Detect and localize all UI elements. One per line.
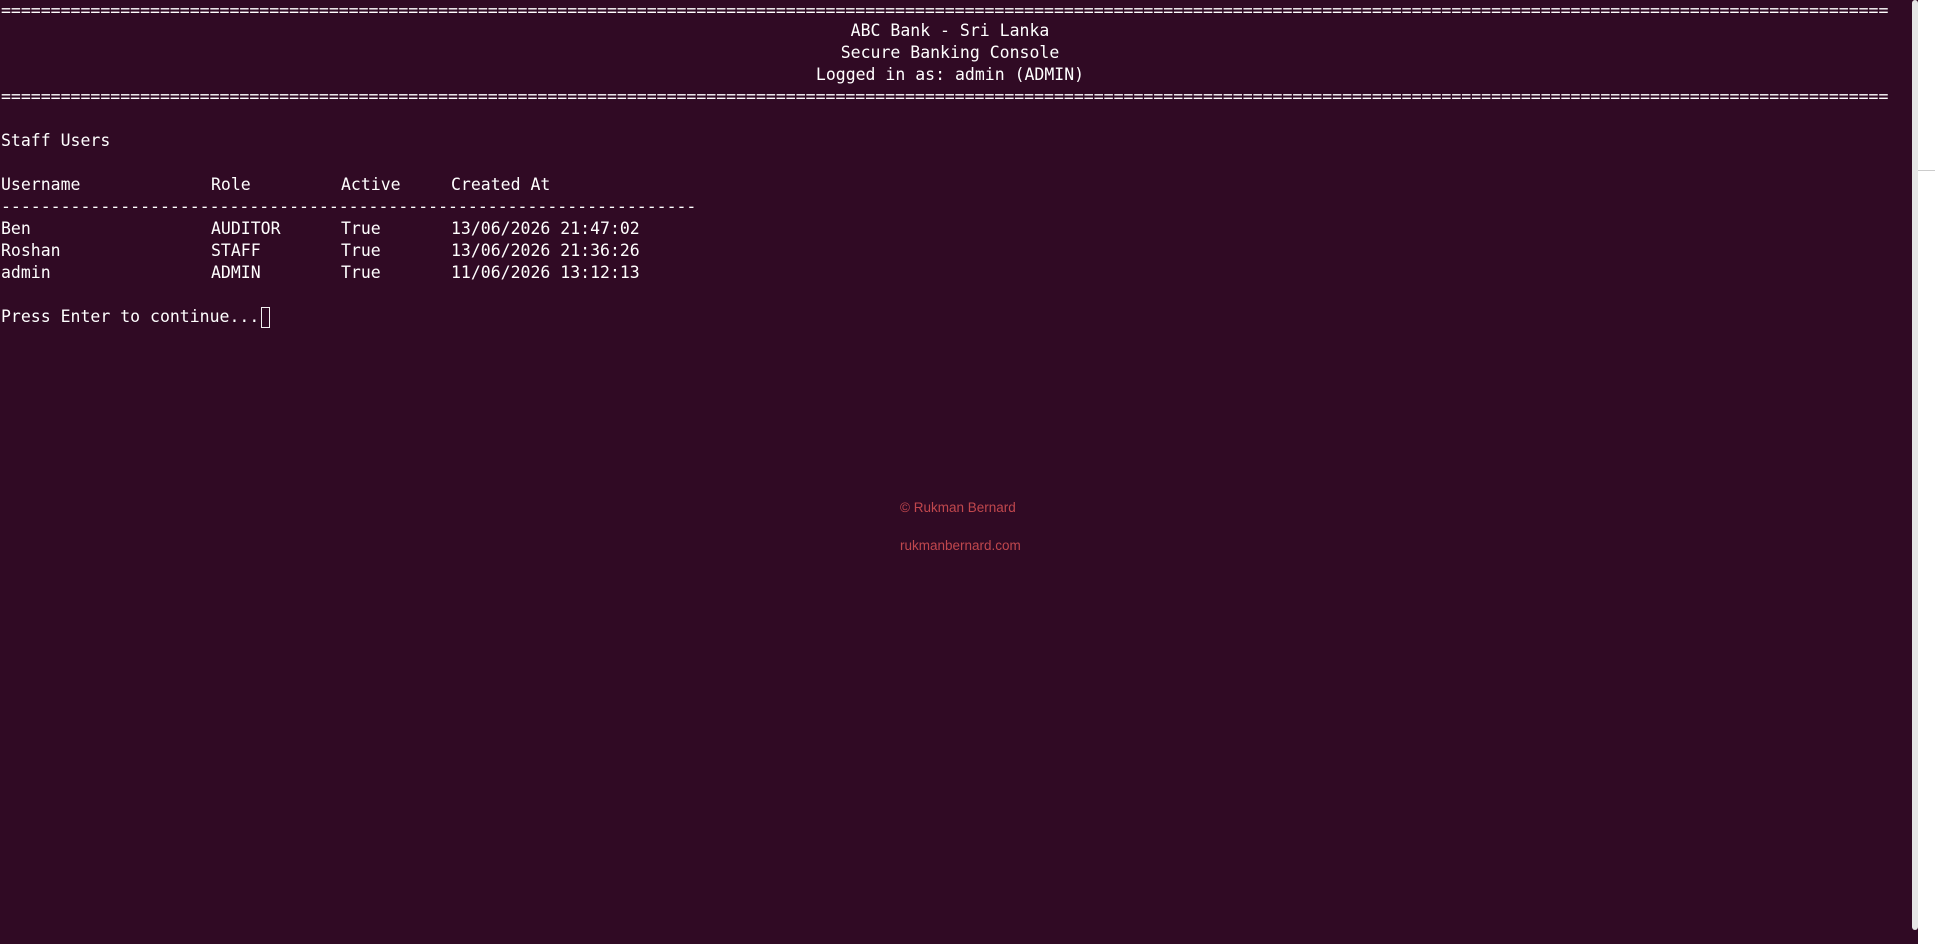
cell-active: True — [341, 241, 381, 260]
top-rule: ========================================… — [1, 1, 1889, 20]
cell-username: Ben — [1, 219, 31, 238]
cell-role: ADMIN — [211, 263, 261, 282]
cell-role: AUDITOR — [211, 219, 281, 238]
website-link[interactable]: rukmanbernard.com — [900, 535, 1021, 557]
adjacent-window-edge — [1918, 0, 1935, 944]
cell-role: STAFF — [211, 241, 261, 260]
cell-created-at: 13/06/2026 21:47:02 — [451, 219, 640, 238]
cell-active: True — [341, 219, 381, 238]
console-title: Secure Banking Console — [840, 43, 1060, 62]
table-divider: ----------------------------------------… — [1, 197, 697, 216]
cell-created-at: 11/06/2026 13:12:13 — [451, 263, 640, 282]
column-header-created-at: Created At — [451, 175, 551, 194]
terminal-window[interactable]: ========================================… — [0, 0, 1935, 944]
cell-username: admin — [1, 263, 51, 282]
bank-name: ABC Bank - Sri Lanka — [850, 21, 1050, 40]
column-header-role: Role — [211, 175, 251, 194]
column-header-username: Username — [1, 175, 81, 194]
cell-created-at: 13/06/2026 21:36:26 — [451, 241, 640, 260]
text-cursor[interactable] — [261, 307, 270, 328]
adjacent-window-divider — [1918, 170, 1935, 171]
cell-username: Roshan — [1, 241, 61, 260]
cell-active: True — [341, 263, 381, 282]
section-title: Staff Users — [1, 131, 111, 150]
continue-prompt: Press Enter to continue... — [1, 307, 260, 326]
login-status: Logged in as: admin (ADMIN) — [815, 65, 1085, 84]
copyright-notice: © Rukman Bernard — [900, 500, 1016, 515]
header-bottom-rule: ========================================… — [1, 87, 1889, 106]
column-header-active: Active — [341, 175, 401, 194]
